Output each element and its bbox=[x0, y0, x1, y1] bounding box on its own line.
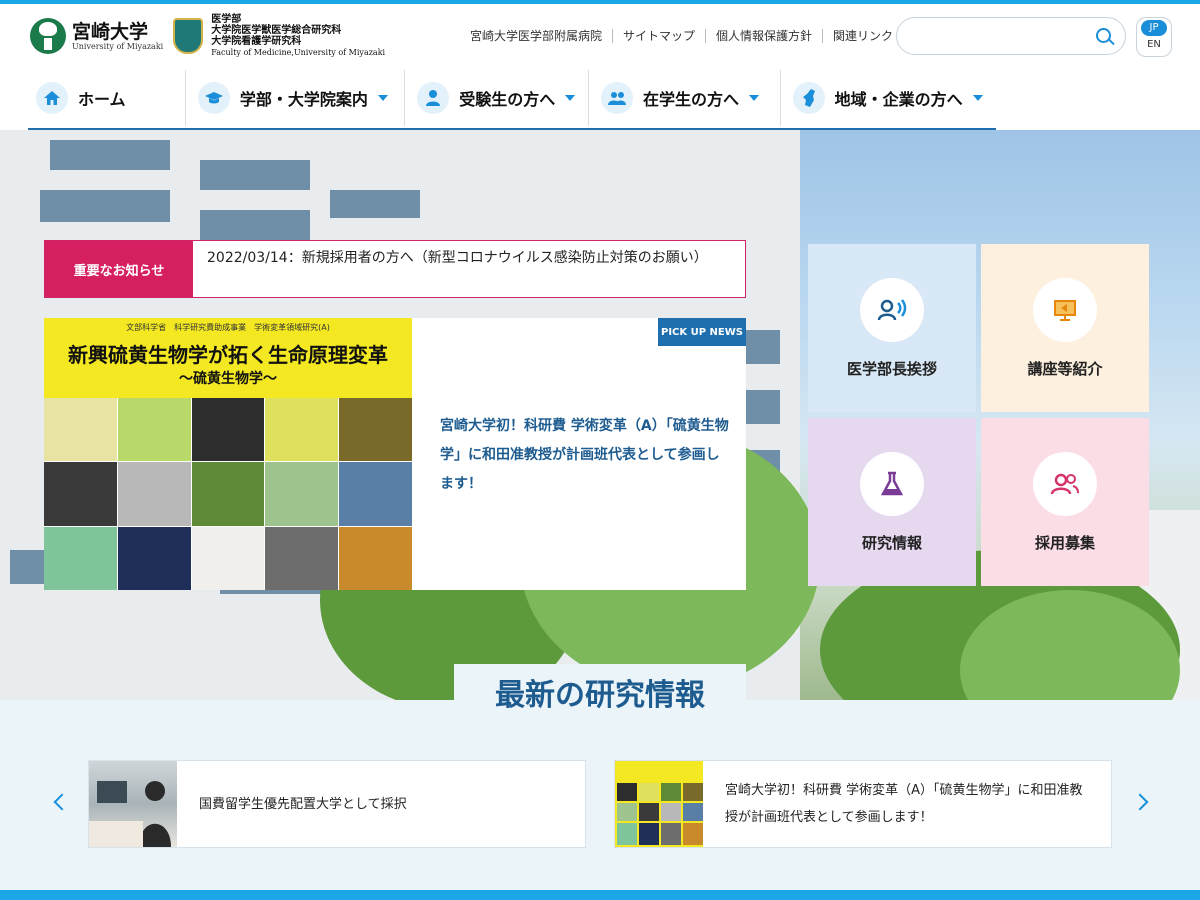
university-name-jp: 宮崎大学 bbox=[72, 20, 149, 43]
pickup-image-subtitle: 〜硫黄生物学〜 bbox=[179, 371, 277, 387]
research-card-thumbnail bbox=[615, 761, 703, 847]
utility-links: 宮崎大学医学部附属病院 サイトマップ 個人情報保護方針 関連リンク bbox=[460, 29, 903, 43]
research-card[interactable]: 宮崎大学初！科研費 学術変革（A）「硫黄生物学」に和田准教授が計画班代表として参… bbox=[614, 760, 1112, 848]
flask-icon bbox=[860, 452, 924, 516]
nav-community-business[interactable]: 地域・企業の方へ bbox=[779, 70, 996, 126]
student-icon bbox=[417, 82, 450, 114]
tile-departments[interactable]: 講座等紹介 bbox=[981, 244, 1149, 412]
nav-faculty-graduate-label: 学部・大学院案内 bbox=[239, 90, 368, 109]
tile-dean-greeting-label: 医学部長挨拶 bbox=[846, 360, 937, 378]
link-sitemap[interactable]: サイトマップ bbox=[612, 29, 705, 43]
tile-research-info[interactable]: 研究情報 bbox=[808, 418, 976, 586]
section-title: 最新の研究情報 bbox=[495, 678, 705, 713]
users-icon bbox=[1033, 452, 1097, 516]
chevron-down-icon bbox=[377, 95, 388, 101]
link-privacy-policy[interactable]: 個人情報保護方針 bbox=[705, 29, 822, 43]
link-related-links[interactable]: 関連リンク bbox=[822, 29, 903, 43]
nav-faculty-graduate[interactable]: 学部・大学院案内 bbox=[184, 70, 404, 126]
important-notice-text[interactable]: 2022/03/14：新規採用者の方へ（新型コロナウイルス感染防止対策のお願い） bbox=[193, 241, 722, 297]
university-logo-icon bbox=[30, 18, 66, 54]
lang-jp-button[interactable]: JP bbox=[1141, 20, 1167, 36]
latest-research-heading: 最新の研究情報 bbox=[454, 664, 746, 720]
nav-current-students[interactable]: 在学生の方へ bbox=[587, 70, 780, 126]
nav-home-label: ホーム bbox=[78, 90, 126, 109]
pickup-image-caption: 文部科学省 科学研究費助成事業 学術変革領域研究(A) bbox=[126, 323, 330, 332]
main-nav: ホーム 学部・大学院案内 受験生の方へ 在学生の方へ 地域・企業の方へ bbox=[28, 70, 996, 130]
nav-community-business-label: 地域・企業の方へ bbox=[834, 90, 963, 109]
nav-home[interactable]: ホーム bbox=[28, 70, 185, 126]
university-name-en: University of Miyazaki bbox=[72, 41, 164, 51]
tile-departments-label: 講座等紹介 bbox=[1027, 360, 1103, 378]
chevron-down-icon bbox=[748, 95, 759, 101]
faculty-emblem-icon bbox=[173, 18, 204, 54]
pickup-news-headline[interactable]: 宮崎大学初！科研費 学術変革（A）「硫黄生物学」に和田准教授が計画班代表として参… bbox=[440, 412, 730, 499]
presentation-icon bbox=[1033, 278, 1097, 342]
bottom-accent-bar bbox=[0, 890, 1200, 900]
search-box bbox=[896, 17, 1126, 55]
map-icon bbox=[792, 82, 825, 114]
nav-current-students-label: 在学生の方へ bbox=[642, 90, 739, 109]
chevron-down-icon bbox=[972, 95, 983, 101]
pickup-news-badge: PICK UP NEWS bbox=[658, 318, 746, 346]
people-icon bbox=[600, 82, 633, 114]
search-icon[interactable] bbox=[1096, 28, 1111, 43]
tile-dean-greeting[interactable]: 医学部長挨拶 bbox=[808, 244, 976, 412]
pickup-news-card[interactable]: 文部科学省 科学研究費助成事業 学術変革領域研究(A) 新興硫黄生物学が拓く生命… bbox=[44, 318, 746, 590]
top-accent-bar bbox=[0, 0, 1200, 4]
chevron-down-icon bbox=[565, 95, 576, 101]
tile-recruitment[interactable]: 採用募集 bbox=[981, 418, 1149, 586]
important-notice-label: 重要なお知らせ bbox=[45, 241, 193, 297]
research-card[interactable]: 国費留学生優先配置大学として採択 bbox=[88, 760, 586, 848]
research-card-thumbnail bbox=[89, 761, 177, 847]
lang-en-button[interactable]: EN bbox=[1137, 36, 1171, 54]
pickup-image-collage bbox=[44, 398, 412, 590]
search-input[interactable] bbox=[911, 27, 1085, 44]
tile-recruitment-label: 採用募集 bbox=[1034, 534, 1095, 552]
nav-applicants[interactable]: 受験生の方へ bbox=[404, 70, 588, 126]
important-notice[interactable]: 重要なお知らせ 2022/03/14：新規採用者の方へ（新型コロナウイルス感染防… bbox=[44, 240, 746, 298]
university-logo[interactable]: 宮崎大学 University of Miyazaki 医学部 大学院医学獣医学… bbox=[30, 14, 385, 58]
tile-research-info-label: 研究情報 bbox=[861, 534, 922, 552]
research-card-title: 国費留学生優先配置大学として採択 bbox=[199, 796, 407, 812]
faculty-name: 医学部 大学院医学獣医学総合研究科 大学院看護学研究科 Faculty of M… bbox=[211, 14, 386, 57]
link-hospital[interactable]: 宮崎大学医学部附属病院 bbox=[460, 29, 612, 43]
research-card-title: 宮崎大学初！科研費 学術変革（A）「硫黄生物学」に和田准教授が計画班代表として参… bbox=[725, 783, 1083, 825]
nav-applicants-label: 受験生の方へ bbox=[459, 90, 556, 109]
language-switcher: JP EN bbox=[1136, 17, 1172, 57]
graduation-cap-icon bbox=[197, 82, 230, 114]
speaker-icon bbox=[860, 278, 924, 342]
home-icon bbox=[36, 82, 68, 114]
pickup-image-title: 新興硫黄生物学が拓く生命原理変革 bbox=[68, 343, 388, 367]
pickup-news-image[interactable]: 文部科学省 科学研究費助成事業 学術変革領域研究(A) 新興硫黄生物学が拓く生命… bbox=[44, 318, 412, 590]
